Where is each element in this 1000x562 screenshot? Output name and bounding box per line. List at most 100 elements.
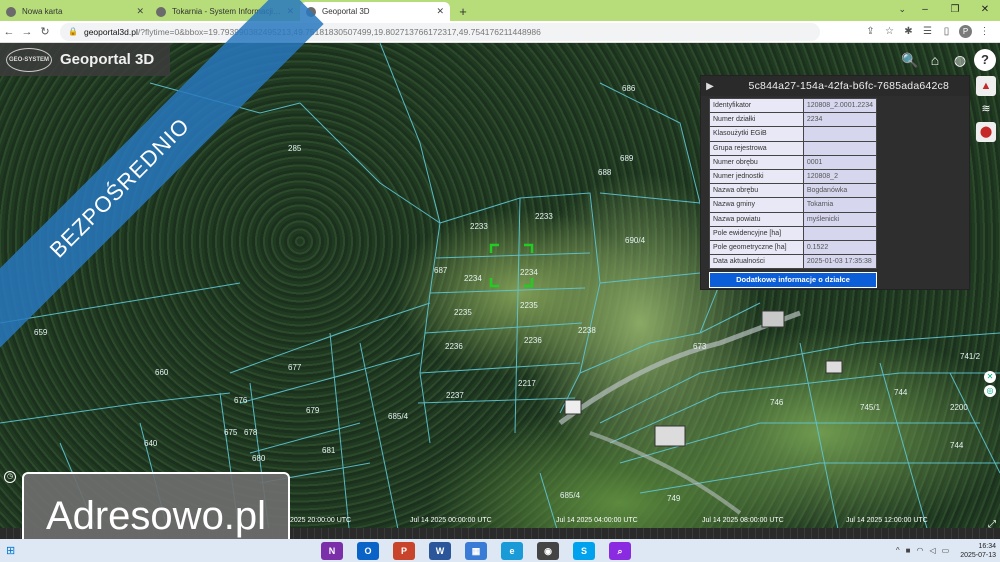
- parcel-label[interactable]: 681: [322, 446, 336, 455]
- tray-arrow-icon[interactable]: ^: [896, 546, 900, 555]
- parcel-label[interactable]: 749: [667, 494, 681, 503]
- attr-value: 0001: [802, 154, 878, 170]
- menu-icon[interactable]: ⋮: [975, 26, 994, 37]
- address-toolbar: ← → ↻ 🔒 geoportal3d.pl /?flytime=0&bbox=…: [0, 21, 1000, 43]
- parcel-label[interactable]: 678: [244, 428, 258, 437]
- parcel-label[interactable]: 2238: [578, 326, 596, 335]
- outlook-icon[interactable]: O: [357, 541, 379, 560]
- browser-tab-new[interactable]: Nowa karta ✕: [0, 2, 150, 21]
- parcel-label[interactable]: 687: [434, 266, 448, 275]
- attr-key: Numer działki: [709, 112, 804, 128]
- url-bar[interactable]: 🔒 geoportal3d.pl /?flytime=0&bbox=19.793…: [60, 22, 820, 41]
- parcel-label[interactable]: 2234: [520, 268, 538, 277]
- table-row: Nazwa powiatu myślenicki: [709, 211, 878, 227]
- parcel-label[interactable]: 689: [620, 154, 634, 163]
- system-clock[interactable]: 16:34 2025-07-13: [960, 542, 996, 560]
- parcel-label[interactable]: 677: [288, 363, 302, 372]
- attr-value: 2234: [802, 112, 878, 128]
- close-tab-icon[interactable]: ✕: [436, 6, 444, 17]
- home-icon[interactable]: ⌂: [924, 49, 946, 71]
- parcel-label[interactable]: 688: [598, 168, 612, 177]
- parcel-label[interactable]: 659: [34, 328, 48, 337]
- forward-icon[interactable]: →: [18, 26, 36, 38]
- search-app-icon[interactable]: ⌕: [609, 541, 631, 560]
- parcel-label[interactable]: 2217: [518, 379, 536, 388]
- tab-search-icon[interactable]: ⌄: [898, 4, 906, 15]
- parcel-label[interactable]: 2235: [454, 308, 472, 317]
- timeline-label: Jul 14 2025 08:00:00 UTC: [702, 517, 784, 524]
- widgets-icon[interactable]: ▦: [465, 541, 487, 560]
- parcel-label[interactable]: 2200: [950, 403, 968, 412]
- parcel-label[interactable]: 640: [144, 439, 158, 448]
- minimize-icon[interactable]: –: [910, 0, 940, 21]
- reading-list-icon[interactable]: ☰: [918, 26, 937, 37]
- onenote-icon[interactable]: N: [321, 541, 343, 560]
- windows-taskbar: ⊞ N O P W ▦ e ◉ S ⌕ ^ ■ ◠ ◁ ▭ 16:34 2025…: [0, 539, 1000, 562]
- attr-key: Nazwa powiatu: [709, 211, 804, 227]
- globe-icon[interactable]: ◍: [949, 49, 971, 71]
- parcel-label[interactable]: 744: [894, 388, 908, 397]
- more-parcel-info-button[interactable]: Dodatkowe informacje o działce: [709, 272, 877, 289]
- parcel-label[interactable]: 285: [288, 144, 302, 153]
- panel-header: ▶ 5c844a27-154a-42fa-b6fc-7685ada642c8: [701, 76, 969, 96]
- parcel-label[interactable]: 685/4: [560, 491, 581, 500]
- share-icon[interactable]: ⇪: [861, 26, 880, 37]
- clock-time: 16:34: [978, 542, 996, 550]
- parcel-label[interactable]: 2237: [446, 391, 464, 400]
- extensions-icon[interactable]: ✱: [899, 26, 918, 37]
- windows-start-icon[interactable]: ⊞: [6, 544, 24, 557]
- battery-icon[interactable]: ▭: [942, 546, 950, 555]
- parcel-label[interactable]: 660: [155, 368, 169, 377]
- parcel-label[interactable]: 2233: [470, 222, 488, 231]
- table-row: Numer działki 2234: [709, 112, 878, 128]
- camera-icon[interactable]: ▶: [701, 81, 719, 92]
- parcel-label[interactable]: 680: [252, 454, 266, 463]
- search-icon[interactable]: 🔍: [899, 49, 921, 71]
- wifi-icon[interactable]: ◠: [916, 546, 923, 555]
- parcel-label[interactable]: 690/4: [625, 236, 646, 245]
- parcel-label[interactable]: 673: [693, 342, 707, 351]
- layers-icon[interactable]: ≋: [976, 99, 996, 119]
- bookmark-star-icon[interactable]: ☆: [880, 26, 899, 37]
- parcel-label[interactable]: 686: [622, 84, 636, 93]
- close-window-icon[interactable]: ✕: [970, 0, 1000, 21]
- side-panel-icon[interactable]: ▯: [937, 26, 956, 37]
- help-icon[interactable]: ?: [974, 49, 996, 71]
- parcel-label[interactable]: 2236: [524, 336, 542, 345]
- reload-icon[interactable]: ↻: [36, 25, 54, 38]
- browser-tab-geoportal[interactable]: Geoportal 3D ✕: [300, 2, 450, 21]
- back-icon[interactable]: ←: [0, 26, 18, 38]
- tray-app-icon[interactable]: ■: [906, 546, 911, 555]
- maximize-icon[interactable]: ❐: [940, 0, 970, 21]
- parcel-label[interactable]: 2235: [520, 301, 538, 310]
- new-tab-button[interactable]: +: [454, 3, 472, 21]
- parcel-label[interactable]: 746: [770, 398, 784, 407]
- word-icon[interactable]: W: [429, 541, 451, 560]
- parcel-label[interactable]: 675: [224, 428, 238, 437]
- fullscreen-icon[interactable]: ⤢: [988, 519, 996, 530]
- parcel-label[interactable]: 2233: [535, 212, 553, 221]
- parcel-label[interactable]: 744: [950, 441, 964, 450]
- app-header: GEO-SYSTEM Geoportal 3D: [0, 43, 170, 76]
- parcel-label[interactable]: 741/2: [960, 352, 981, 361]
- parcel-label[interactable]: 679: [306, 406, 320, 415]
- parcel-label[interactable]: 676: [234, 396, 248, 405]
- attr-key: Identyfikator: [709, 97, 804, 114]
- powerpoint-icon[interactable]: P: [393, 541, 415, 560]
- parcel-label[interactable]: 2234: [464, 274, 482, 283]
- target-icon[interactable]: ◎: [984, 385, 996, 397]
- clock-icon[interactable]: ◷: [4, 471, 16, 483]
- volume-icon[interactable]: ◁: [929, 546, 935, 555]
- parcel-label[interactable]: 2236: [445, 342, 463, 351]
- map-pin-icon[interactable]: ⬤: [976, 122, 996, 142]
- parcel-label[interactable]: 685/4: [388, 412, 409, 421]
- close-circle-icon[interactable]: ✕: [984, 371, 996, 383]
- chrome-taskbar-icon[interactable]: ◉: [537, 541, 559, 560]
- compass-icon[interactable]: ▲: [976, 76, 996, 96]
- close-tab-icon[interactable]: ✕: [136, 6, 144, 17]
- edge-icon[interactable]: e: [501, 541, 523, 560]
- lock-icon[interactable]: 🔒: [68, 27, 78, 36]
- skype-icon[interactable]: S: [573, 541, 595, 560]
- parcel-label[interactable]: 745/1: [860, 403, 881, 412]
- profile-avatar[interactable]: P: [959, 25, 972, 38]
